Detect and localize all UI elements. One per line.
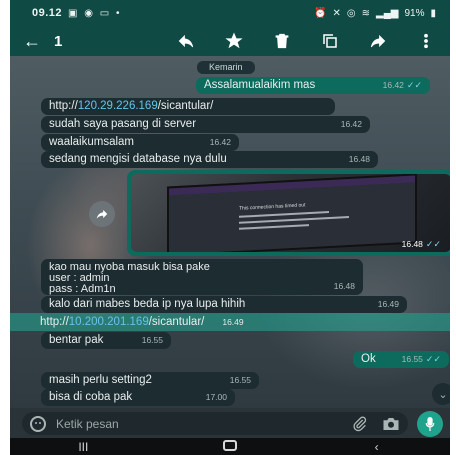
date-separator: Kemarin [197,61,255,74]
mute-icon: ✕ [332,7,341,19]
read-ticks-icon: ✓✓ [425,354,441,364]
message-time: 16.42 [382,80,404,90]
message-bubble-incoming[interactable]: kao mau nyoba masuk bisa pake user : adm… [41,259,363,295]
link-suffix: /sicantular/ [148,315,205,328]
star-icon[interactable] [210,26,258,56]
link-prefix: http:// [49,100,78,112]
message-time: 16.49 [222,316,244,327]
attachment-icon[interactable] [352,416,368,432]
message-text: kalo dari mabes beda ip nya lupa hihih [49,298,246,310]
message-time: 17.00 [205,392,227,402]
link-suffix: /sicantular/ [157,100,214,112]
notification-icons: ▣ ◉ ▭ • [68,7,122,19]
message-text: masih perlu setting2 [49,374,152,386]
copy-icon[interactable] [306,26,354,56]
message-bubble-incoming[interactable]: bentar pak 16.55 [41,332,171,349]
message-text: bisa di coba pak [49,391,133,403]
more-options-icon[interactable] [402,26,450,56]
back-arrow-icon[interactable]: ← [10,31,54,52]
message-text: Ok [361,353,376,365]
status-time: 09.12 [32,7,63,19]
microphone-icon [425,417,435,431]
message-bubble-incoming[interactable]: masih perlu setting2 16.55 [41,372,259,389]
selected-message-row[interactable]: http://10.200.201.169/sicantular/ 16.49 [10,313,450,331]
message-time: 16.55 [401,354,423,364]
compose-bar [10,408,450,438]
back-nav-icon[interactable]: ‹ [347,440,407,454]
message-bubble-outgoing[interactable]: Ok 16.55 ✓✓ [353,351,449,368]
message-link[interactable]: 120.29.226.169 [78,98,158,115]
image-time: 16.48 [401,239,423,249]
image-message[interactable]: This connection has timed out 16.48 ✓✓ [127,170,450,256]
message-bubble-incoming[interactable]: sedang mengisi database nya dulu 16.48 [41,151,378,168]
camera-icon[interactable] [382,417,400,431]
image-thumbnail[interactable]: This connection has timed out 16.48 ✓✓ [131,174,450,252]
message-time: 16.55 [229,375,251,385]
microphone-button[interactable] [417,411,443,437]
compose-field-container [22,412,408,435]
signal-icon: ▂▄▆ [376,7,399,19]
message-bubble-incoming[interactable]: kalo dari mabes beda ip nya lupa hihih 1… [41,296,407,313]
message-bubble-outgoing[interactable]: Assalamualaikim mas 16.42 ✓✓ [196,77,430,94]
emoji-icon[interactable] [30,415,46,432]
message-time: 16.42 [340,119,362,129]
message-time: 16.42 [209,137,231,147]
message-time: 16.48 [333,281,355,291]
phone-screen: 09.12 ▣ ◉ ▭ • ⏰ ✕ ◎ ≋ ▂▄▆ 91% ▮ ← 1 Kema… [10,0,450,455]
battery-percent: 91% [404,7,425,19]
selection-action-bar: ← 1 [10,26,450,56]
read-ticks-icon: ✓✓ [425,239,441,249]
message-time: 16.49 [377,299,399,309]
message-bubble-incoming[interactable]: bisa di coba pak 17.00 [41,389,235,406]
message-bubble-incoming[interactable]: waalaikumsalam 16.42 [41,134,239,151]
message-text: bentar pak [49,334,104,346]
message-line: pass : Adm1n [49,283,116,295]
message-text: sedang mengisi database nya dulu [49,153,227,165]
alarm-icon: ⏰ [314,7,327,19]
message-link[interactable]: 10.200.201.169 [69,314,149,331]
message-text: waalaikumsalam [49,136,135,148]
message-time: 16.48 [348,154,370,164]
message-time: 16.55 [141,335,163,345]
image-caption-heading: This connection has timed out [239,202,306,212]
status-bar: 09.12 ▣ ◉ ▭ • ⏰ ✕ ◎ ≋ ▂▄▆ 91% ▮ [10,0,450,26]
laptop-screen-photo: This connection has timed out [167,174,417,252]
delete-icon[interactable] [258,26,306,56]
home-icon[interactable] [222,439,237,451]
scroll-down-chevron-icon[interactable]: ⌄ [432,383,450,405]
recent-apps-icon[interactable]: III [53,440,113,454]
reply-icon[interactable] [162,26,210,56]
forward-icon[interactable] [354,26,402,56]
read-ticks-icon: ✓✓ [406,80,422,90]
battery-icon: ▮ [430,7,436,19]
message-bubble-incoming[interactable]: http://120.29.226.169/sicantular/ [41,98,335,115]
link-prefix: http:// [40,315,69,328]
system-navigation-bar: III ‹ [10,438,450,455]
message-text: sudah saya pasang di server [49,118,197,130]
forward-shortcut-icon[interactable] [89,201,115,227]
wifi-icon: ≋ [361,7,370,19]
message-input[interactable] [56,416,306,431]
selected-count: 1 [54,32,63,50]
message-bubble-incoming[interactable]: sudah saya pasang di server 16.42 [41,116,370,133]
message-text: Assalamualaikim mas [204,79,316,91]
hotspot-icon: ◎ [346,7,356,19]
